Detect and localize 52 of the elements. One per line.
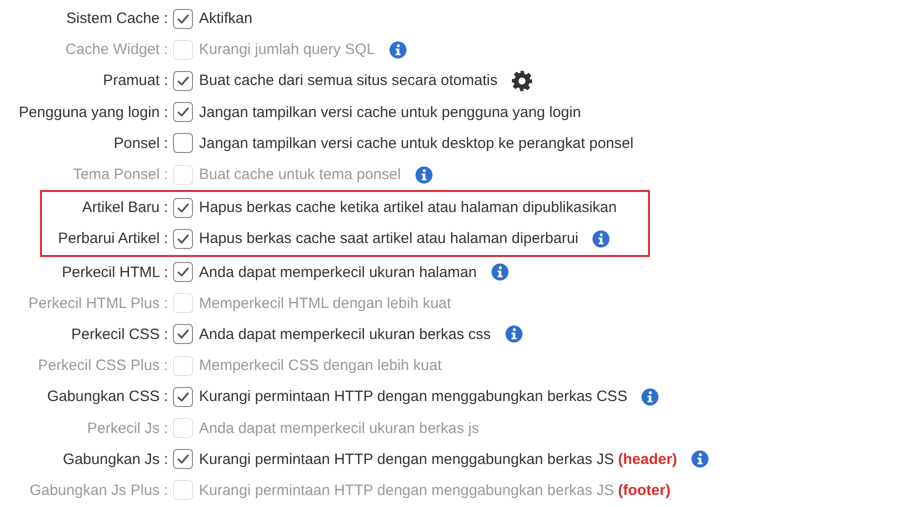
note-label: (header) bbox=[618, 450, 678, 468]
setting-label: Cache Widget : bbox=[64, 41, 168, 58]
setting-description: Kurangi permintaan HTTP dengan menggabungkan berkas JS bbox=[199, 482, 614, 499]
setting-label: Gabungkan CSS : bbox=[46, 388, 168, 406]
setting-description: Anda dapat memperkecil ukuran berkas css bbox=[199, 326, 491, 343]
setting-label: Ponsel : bbox=[112, 134, 168, 152]
setting-description: Kurangi permintaan HTTP dengan menggabungkan berkas JS bbox=[199, 450, 614, 468]
checkbox[interactable] bbox=[173, 228, 193, 249]
setting-description: Anda dapat memperkecil ukuran halaman bbox=[199, 264, 477, 281]
setting-description: Jangan tampilkan versi cache untuk pengguna yang login bbox=[199, 104, 581, 121]
checkbox[interactable] bbox=[173, 449, 193, 470]
checkbox[interactable] bbox=[173, 8, 193, 29]
setting-label: Perkecil CSS Plus : bbox=[36, 357, 168, 374]
setting-description: Kurangi jumlah query SQL bbox=[199, 41, 375, 58]
setting-description: Buat cache dari semua situs secara otomatis bbox=[199, 72, 498, 90]
settings-icon[interactable] bbox=[511, 70, 534, 92]
setting-description: Aktifkan bbox=[199, 10, 252, 28]
setting-description: Memperkecil CSS dengan lebih kuat bbox=[199, 357, 442, 374]
setting-label: Gabungkan Js : bbox=[62, 450, 168, 468]
setting-description: Memperkecil HTML dengan lebih kuat bbox=[199, 294, 452, 312]
info-icon[interactable] bbox=[504, 325, 523, 344]
setting-label: Gabungkan Js Plus : bbox=[28, 482, 168, 499]
checkbox[interactable] bbox=[173, 262, 193, 282]
setting-label: Perkecil Js : bbox=[86, 420, 168, 437]
checkbox[interactable] bbox=[173, 324, 193, 344]
setting-label: Artikel Baru : bbox=[81, 199, 168, 216]
setting-label: Perkecil CSS : bbox=[70, 326, 168, 343]
checkbox[interactable] bbox=[173, 70, 193, 91]
info-icon[interactable] bbox=[388, 40, 407, 59]
setting-label: Perkecil HTML : bbox=[60, 264, 168, 281]
setting-description: Anda dapat memperkecil ukuran berkas js bbox=[199, 420, 480, 437]
info-icon[interactable] bbox=[414, 166, 433, 184]
setting-description: Hapus berkas cache ketika artikel atau halaman dipublikasikan bbox=[199, 199, 617, 216]
setting-label: Pengguna yang login : bbox=[18, 104, 168, 121]
info-icon[interactable] bbox=[490, 263, 509, 282]
setting-label: Perkecil HTML Plus : bbox=[28, 294, 168, 312]
setting-label: Perbarui Artikel : bbox=[56, 230, 168, 248]
info-icon[interactable] bbox=[691, 450, 710, 468]
note-label: (footer) bbox=[618, 482, 670, 499]
info-icon[interactable] bbox=[641, 388, 660, 406]
setting-label: Tema Ponsel : bbox=[72, 166, 168, 184]
setting-description: Hapus berkas cache saat artikel atau halaman diperbarui bbox=[199, 230, 578, 248]
checkbox[interactable] bbox=[173, 133, 193, 154]
setting-description: Jangan tampilkan versi cache untuk desktop ke perangkat ponsel bbox=[199, 134, 634, 152]
checkbox[interactable] bbox=[173, 102, 193, 122]
setting-description: Buat cache untuk tema ponsel bbox=[199, 166, 401, 184]
checkbox[interactable] bbox=[173, 198, 193, 218]
setting-label: Pramuat : bbox=[102, 72, 168, 90]
setting-description: Kurangi permintaan HTTP dengan menggabungkan berkas CSS bbox=[199, 388, 628, 406]
info-icon[interactable] bbox=[592, 230, 610, 248]
setting-label: Sistem Cache : bbox=[65, 10, 168, 28]
checkbox[interactable] bbox=[173, 386, 193, 407]
